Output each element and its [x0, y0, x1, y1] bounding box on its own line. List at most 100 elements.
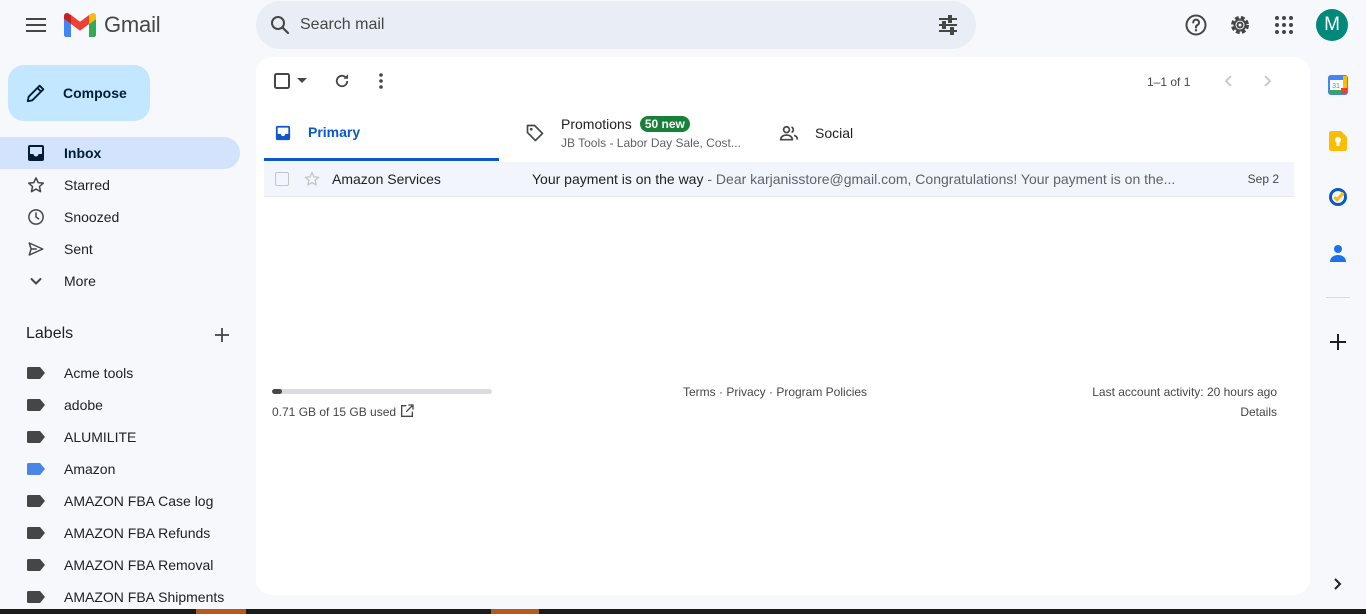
email-date: Sep 2	[1247, 172, 1279, 186]
email-checkbox[interactable]	[275, 172, 289, 186]
pagination-text: 1–1 of 1	[1147, 75, 1191, 89]
storage-usage-bar	[272, 389, 492, 394]
get-addons-button[interactable]	[1326, 330, 1350, 354]
support-button[interactable]	[1176, 5, 1216, 45]
taskbar-app-indicator[interactable]	[196, 609, 246, 614]
tasks-icon	[1329, 188, 1347, 206]
nav-item-starred[interactable]: Starred	[0, 169, 240, 201]
footer-policy-links[interactable]: Terms · Privacy · Program Policies	[683, 385, 867, 399]
manage-storage-link[interactable]	[399, 403, 415, 419]
plus-icon	[215, 328, 229, 342]
label-item[interactable]: Acme tools	[0, 357, 240, 389]
label-tag-icon	[27, 431, 45, 443]
chevron-right-icon	[1264, 75, 1272, 87]
account-avatar[interactable]: M	[1316, 9, 1348, 41]
select-options-button[interactable]	[292, 68, 312, 94]
send-icon	[26, 239, 46, 259]
keep-app-button[interactable]	[1326, 129, 1350, 153]
labels-heading: Labels	[26, 325, 74, 342]
tab-promotions-preview: JB Tools - Labor Day Sale, Cost...	[561, 136, 741, 150]
tab-primary[interactable]: Primary	[264, 105, 499, 161]
chevron-right-icon	[1334, 578, 1342, 590]
new-count-badge: 50 new	[639, 116, 690, 132]
star-icon[interactable]	[304, 171, 320, 187]
tab-primary-label: Primary	[308, 123, 361, 140]
chevron-down-icon	[26, 271, 46, 291]
gear-icon	[1231, 16, 1249, 34]
inbox-icon	[275, 125, 291, 141]
people-icon	[779, 125, 799, 141]
nav-item-inbox[interactable]: Inbox	[0, 137, 240, 169]
caret-down-icon	[297, 78, 307, 83]
rail-divider	[1326, 297, 1350, 298]
avatar-letter: M	[1324, 14, 1340, 35]
email-sender: Amazon Services	[332, 171, 441, 187]
pencil-icon	[26, 84, 45, 103]
label-item[interactable]: Amazon	[0, 453, 240, 485]
tag-icon	[526, 124, 544, 142]
older-button[interactable]	[1255, 68, 1281, 94]
calendar-app-button[interactable]: 31	[1326, 73, 1350, 97]
inbox-icon	[26, 143, 46, 163]
label-tag-icon	[27, 495, 45, 507]
show-side-panel-button[interactable]	[1326, 572, 1350, 596]
calendar-icon: 31	[1328, 75, 1348, 95]
search-options-icon[interactable]	[936, 13, 960, 37]
open-in-new-icon	[401, 404, 414, 417]
tasks-app-button[interactable]	[1326, 185, 1350, 209]
label-item[interactable]: AMAZON FBA Case log	[0, 485, 240, 517]
refresh-icon	[335, 74, 349, 88]
help-icon	[1185, 14, 1207, 36]
storage-usage-text: 0.71 GB of 15 GB used	[272, 405, 397, 419]
email-subject: Your payment is on the way	[532, 171, 704, 187]
chevron-left-icon	[1224, 75, 1232, 87]
gmail-logo[interactable]: Gmail	[64, 12, 161, 38]
google-apps-button[interactable]	[1264, 5, 1304, 45]
hamburger-menu-icon	[26, 18, 46, 32]
plus-icon	[1330, 334, 1346, 350]
label-item[interactable]: adobe	[0, 389, 240, 421]
more-vert-icon	[379, 73, 383, 89]
label-item[interactable]: ALUMILITE	[0, 421, 240, 453]
contacts-app-button[interactable]	[1326, 241, 1350, 265]
label-tag-icon	[27, 527, 45, 539]
more-options-button[interactable]	[368, 68, 394, 94]
nav-item-snoozed[interactable]: Snoozed	[0, 201, 240, 233]
compose-label: Compose	[63, 85, 127, 101]
nav-item-more[interactable]: More	[0, 265, 240, 297]
email-row[interactable]: Amazon Services Your payment is on the w…	[264, 162, 1294, 197]
label-tag-icon	[27, 367, 45, 379]
activity-details-link[interactable]: Details	[1200, 405, 1277, 419]
email-snippet: - Dear karjanisstore@gmail.com, Congratu…	[703, 171, 1176, 187]
apps-grid-icon	[1275, 16, 1293, 34]
star-icon	[26, 175, 46, 195]
storage-usage-fill	[272, 389, 283, 394]
compose-button[interactable]: Compose	[8, 65, 150, 121]
label-tag-icon	[27, 559, 45, 571]
main-menu-button[interactable]	[20, 9, 52, 41]
label-tag-icon	[27, 591, 45, 603]
create-label-button[interactable]	[211, 324, 233, 346]
tab-promotions-label: Promotions	[561, 116, 632, 132]
taskbar-app-indicator[interactable]	[491, 609, 539, 614]
app-name: Gmail	[104, 12, 161, 37]
search-icon[interactable]	[268, 13, 292, 37]
search-input[interactable]	[300, 1, 936, 49]
search-bar[interactable]	[256, 1, 976, 49]
svg-text:31: 31	[1332, 83, 1340, 90]
label-tag-icon	[27, 399, 45, 411]
label-item[interactable]: AMAZON FBA Removal	[0, 549, 240, 581]
select-all-checkbox[interactable]	[272, 68, 292, 94]
tab-promotions[interactable]: Promotions 50 new JB Tools - Labor Day S…	[509, 105, 769, 161]
settings-button[interactable]	[1220, 5, 1260, 45]
tab-social-label: Social	[815, 125, 854, 141]
label-tag-icon	[27, 463, 45, 475]
nav-item-sent[interactable]: Sent	[0, 233, 240, 265]
clock-icon	[26, 207, 46, 227]
newer-button[interactable]	[1215, 68, 1241, 94]
refresh-button[interactable]	[329, 68, 355, 94]
gmail-m-icon	[64, 13, 96, 37]
checkbox-icon	[274, 73, 290, 89]
tab-social[interactable]: Social	[769, 105, 1029, 161]
label-item[interactable]: AMAZON FBA Refunds	[0, 517, 240, 549]
